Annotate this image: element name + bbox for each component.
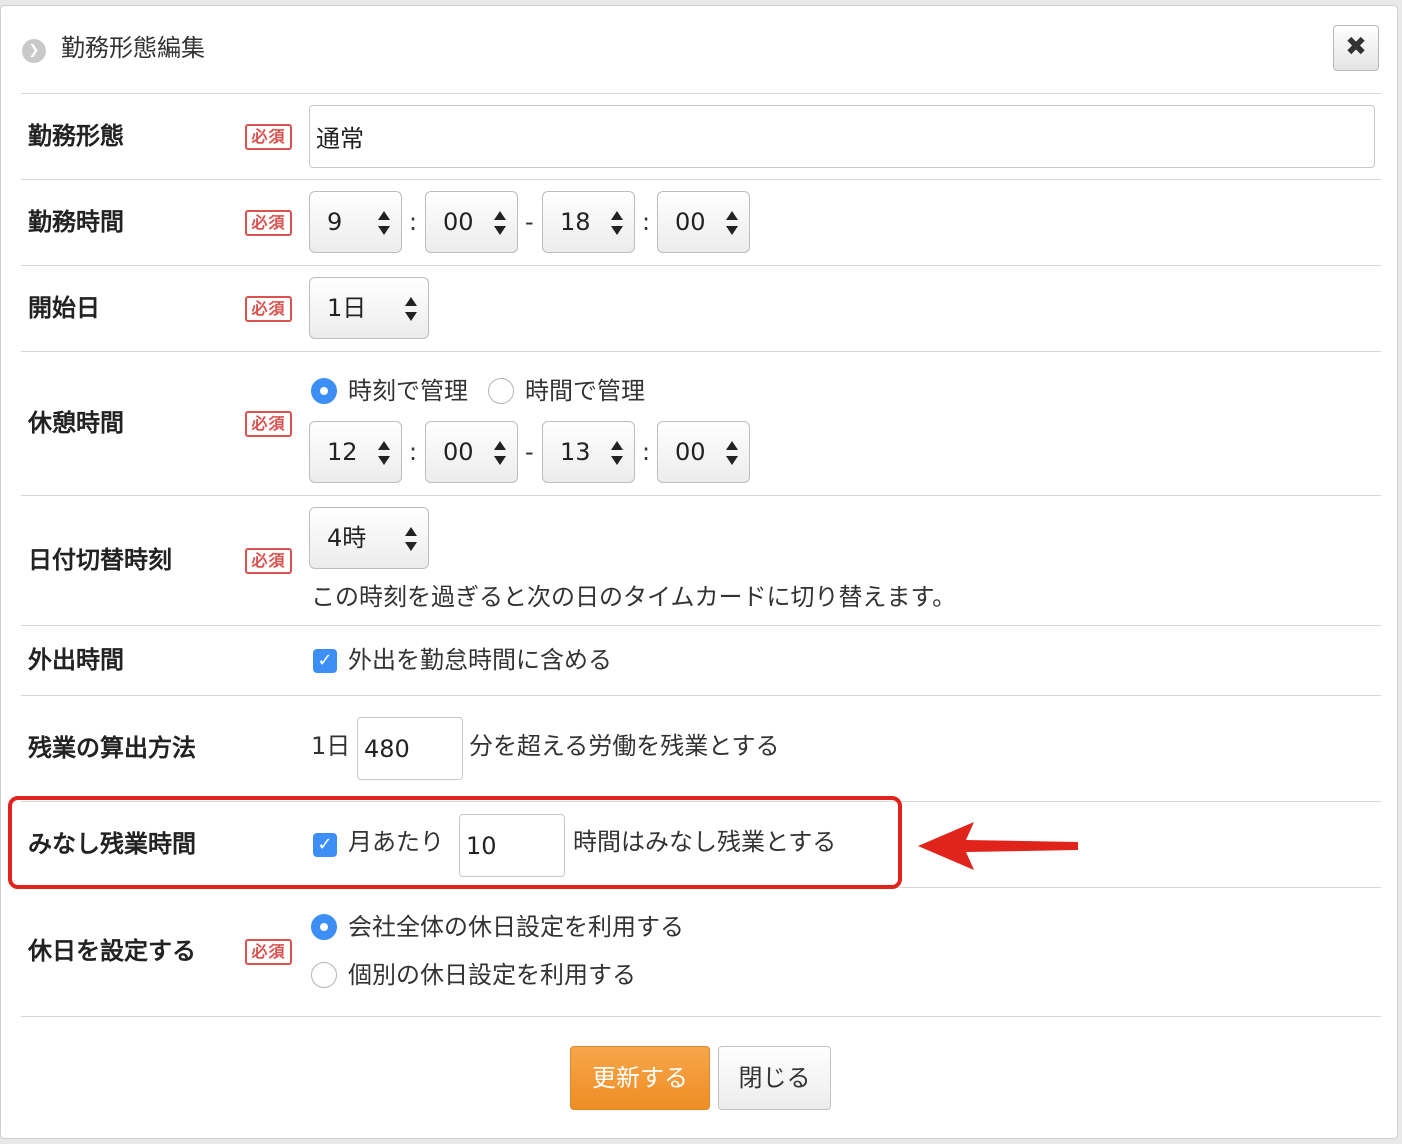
- holiday-company-radio[interactable]: [311, 914, 337, 940]
- select-arrows-icon: [405, 297, 417, 321]
- date-switch-label: 日付切替時刻: [28, 546, 172, 574]
- outing-checkbox-label: 外出を勤怠時間に含める: [348, 646, 612, 674]
- select-value: 4時: [327, 524, 367, 552]
- overtime-minutes-input[interactable]: 480: [357, 717, 463, 780]
- overtime-minutes-value: 480: [364, 734, 410, 763]
- required-badge: 必須: [245, 124, 292, 150]
- select-arrows-icon: [378, 211, 390, 235]
- break-duration-radio[interactable]: [488, 378, 514, 404]
- update-button[interactable]: 更新する: [570, 1046, 710, 1110]
- outing-checkbox[interactable]: ✓: [313, 649, 337, 673]
- divider: [21, 179, 1381, 180]
- select-value: 13: [560, 438, 591, 466]
- select-value: 00: [443, 438, 474, 466]
- break-clock-option-label: 時刻で管理: [348, 377, 468, 405]
- select-arrows-icon: [494, 211, 506, 235]
- time-dash: -: [525, 438, 534, 466]
- divider: [21, 265, 1381, 266]
- break-time-label: 休憩時間: [28, 409, 124, 437]
- holiday-company-option-label: 会社全体の休日設定を利用する: [348, 913, 684, 941]
- holiday-individual-option-label: 個別の休日設定を利用する: [348, 961, 636, 989]
- select-value: 9: [327, 208, 343, 236]
- work-end-hour-select[interactable]: 18: [542, 191, 635, 253]
- select-arrows-icon: [611, 211, 623, 235]
- work-hours-label: 勤務時間: [28, 208, 124, 236]
- time-colon: :: [409, 208, 418, 236]
- time-colon: :: [642, 438, 651, 466]
- break-start-hour-select[interactable]: 12: [309, 421, 402, 483]
- select-value: 1日: [327, 294, 367, 322]
- select-value: 00: [675, 438, 706, 466]
- close-button[interactable]: 閉じる: [718, 1046, 831, 1110]
- select-value: 00: [675, 208, 706, 236]
- chevron-right-icon: ❯: [22, 39, 46, 63]
- work-type-input[interactable]: 通常: [309, 105, 1375, 168]
- overtime-calc-label: 残業の算出方法: [28, 734, 196, 762]
- dialog-title: 勤務形態編集: [61, 34, 205, 62]
- start-day-label: 開始日: [28, 294, 100, 322]
- overtime-calc-suffix: 分を超える労働を残業とする: [469, 732, 780, 760]
- close-icon[interactable]: ✖: [1333, 25, 1379, 71]
- divider: [21, 625, 1381, 626]
- select-arrows-icon: [726, 211, 738, 235]
- time-colon: :: [409, 438, 418, 466]
- start-day-select[interactable]: 1日: [309, 277, 429, 339]
- work-type-value: 通常: [316, 125, 364, 153]
- divider: [21, 351, 1381, 352]
- select-arrows-icon: [405, 527, 417, 551]
- work-end-min-select[interactable]: 00: [657, 191, 750, 253]
- required-badge: 必須: [245, 296, 292, 322]
- select-arrows-icon: [611, 441, 623, 465]
- holiday-label: 休日を設定する: [28, 937, 196, 965]
- divider: [21, 495, 1381, 496]
- work-start-hour-select[interactable]: 9: [309, 191, 402, 253]
- date-switch-note: この時刻を過ぎると次の日のタイムカードに切り替えます。: [311, 583, 957, 611]
- overtime-calc-prefix: 1日: [311, 732, 351, 760]
- work-type-label: 勤務形態: [28, 122, 124, 150]
- break-clock-radio[interactable]: [311, 378, 337, 404]
- red-arrow-icon: [918, 822, 1078, 870]
- select-arrows-icon: [726, 441, 738, 465]
- required-badge: 必須: [245, 548, 292, 574]
- dialog-header: ❯ 勤務形態編集 ✖: [1, 6, 1397, 94]
- highlight-box: [8, 796, 902, 889]
- break-end-hour-select[interactable]: 13: [542, 421, 635, 483]
- select-value: 18: [560, 208, 591, 236]
- break-start-min-select[interactable]: 00: [425, 421, 518, 483]
- divider: [21, 695, 1381, 696]
- required-badge: 必須: [245, 939, 292, 965]
- break-duration-option-label: 時間で管理: [525, 377, 645, 405]
- required-badge: 必須: [245, 210, 292, 236]
- time-dash: -: [525, 208, 534, 236]
- break-end-min-select[interactable]: 00: [657, 421, 750, 483]
- work-start-min-select[interactable]: 00: [425, 191, 518, 253]
- divider: [21, 93, 1381, 94]
- edit-work-type-dialog: ❯ 勤務形態編集 ✖ 勤務形態 必須 通常 勤務時間 必須 9 : 00 - 1…: [0, 5, 1398, 1139]
- date-switch-select[interactable]: 4時: [309, 507, 429, 569]
- time-colon: :: [642, 208, 651, 236]
- select-arrows-icon: [494, 441, 506, 465]
- required-badge: 必須: [245, 411, 292, 437]
- select-arrows-icon: [378, 441, 390, 465]
- holiday-individual-radio[interactable]: [311, 962, 337, 988]
- outing-label: 外出時間: [28, 646, 124, 674]
- divider: [21, 1016, 1381, 1017]
- select-value: 00: [443, 208, 474, 236]
- select-value: 12: [327, 438, 358, 466]
